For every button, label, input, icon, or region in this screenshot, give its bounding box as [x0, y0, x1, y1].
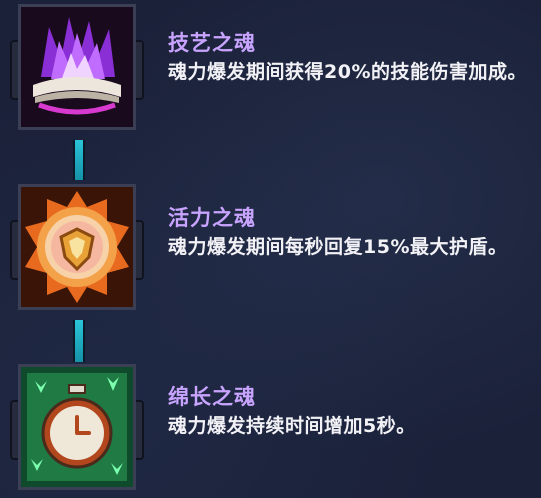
purple-flame-book-icon	[18, 4, 136, 130]
orange-shield-icon	[18, 184, 136, 310]
skill-connector	[73, 140, 85, 180]
skill-description: 魂力爆发期间获得20%的技能伤害加成。	[168, 61, 527, 83]
skill-slot-3[interactable]	[10, 362, 144, 494]
skill-description: 魂力爆发持续时间增加5秒。	[168, 415, 416, 437]
skill-slot-2[interactable]	[10, 182, 144, 314]
skill-connector	[73, 320, 85, 362]
soul-skills-panel: 技艺之魂 魂力爆发期间获得20%的技能伤害加成。 活力之魂 魂力爆发期间每秒回复…	[0, 0, 541, 498]
skill-text-1: 技艺之魂 魂力爆发期间获得20%的技能伤害加成。	[168, 28, 538, 86]
skill-description: 魂力爆发期间每秒回复15%最大护盾。	[168, 236, 508, 258]
skill-title: 活力之魂	[168, 206, 256, 230]
skill-title: 技艺之魂	[168, 31, 256, 55]
skill-text-2: 活力之魂 魂力爆发期间每秒回复15%最大护盾。	[168, 203, 538, 261]
skill-slot-1[interactable]	[10, 2, 144, 134]
skill-text-3: 绵长之魂 魂力爆发持续时间增加5秒。	[168, 382, 538, 440]
green-stopwatch-icon	[18, 364, 136, 490]
skill-title: 绵长之魂	[168, 385, 256, 409]
